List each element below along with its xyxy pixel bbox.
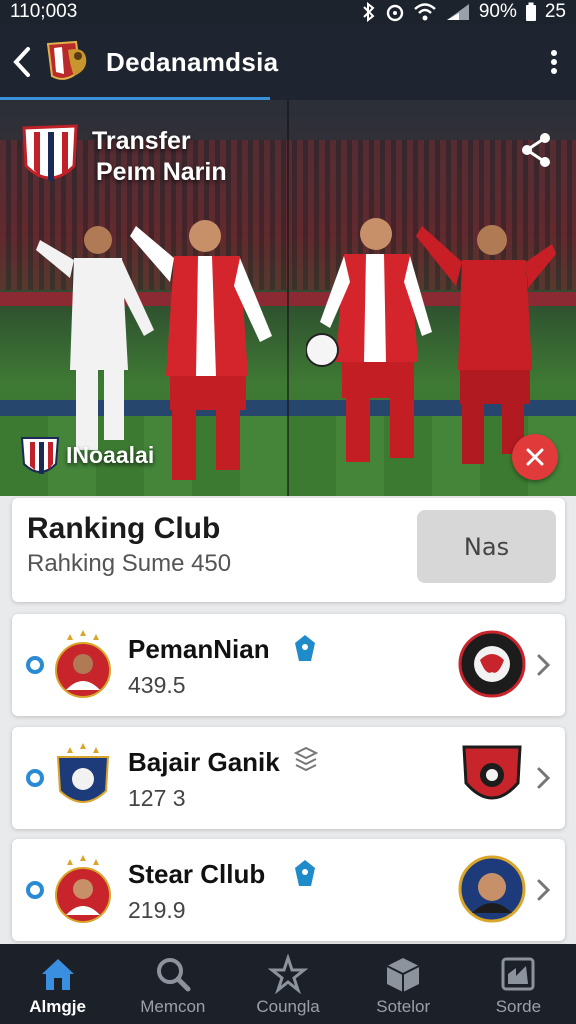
home-icon — [41, 959, 74, 990]
nav-item-box[interactable]: Sotelor — [346, 944, 461, 1024]
player-figure — [416, 225, 556, 464]
status-bar: 110;003 90% 25 — [0, 0, 576, 24]
nas-button[interactable]: Nas — [417, 510, 556, 583]
ranking-header-card: Ranking Club Rahking Sume 450 Nas — [12, 498, 565, 602]
club-row[interactable]: Stear Cllub 219.9 — [12, 839, 565, 941]
card-icon — [501, 957, 535, 991]
share-icon — [522, 133, 550, 167]
hero-banner[interactable]: Transfer Peım Narin INoaalai — [0, 100, 576, 496]
ranking-title: Ranking Club — [27, 512, 221, 545]
stack-icon — [294, 747, 318, 772]
club-logo-icon — [458, 630, 526, 698]
badge-icon — [295, 860, 315, 886]
nav-label: Sorde — [495, 997, 542, 1016]
ranking-subtitle: Rahking Sume 450 — [27, 550, 232, 577]
star-icon — [268, 954, 308, 994]
club-badge-icon — [20, 437, 60, 474]
chevron-right-icon — [537, 654, 551, 676]
nav-item-card[interactable]: Sorde — [461, 944, 576, 1024]
bluetooth-icon — [363, 2, 375, 22]
club-score: 439.5 — [128, 672, 186, 698]
hero-title: Transfer Peım Narin — [92, 126, 227, 188]
status-icons: 90% 25 — [361, 1, 566, 23]
app-bar: Dedanamdsia — [0, 24, 576, 100]
nav-label: Sotelor — [376, 997, 431, 1016]
nav-label: Almgje — [29, 997, 86, 1016]
battery-level: 90% — [478, 1, 517, 22]
club-avatar-icon — [55, 855, 111, 923]
search-icon — [156, 958, 191, 992]
chevron-right-icon — [537, 767, 551, 789]
club-name: Bajair Ganik — [128, 747, 280, 777]
status-time: 110;003 — [10, 1, 78, 22]
hero-title-line2: Peım Narin — [96, 158, 227, 186]
nav-item-search[interactable]: Memcon — [115, 944, 230, 1024]
club-avatar-icon — [55, 630, 111, 698]
battery-icon — [525, 2, 536, 21]
hero-caption: INoaalai — [66, 442, 155, 468]
back-arrow-icon — [13, 47, 30, 77]
chevron-right-icon — [537, 879, 551, 901]
share-button[interactable] — [514, 128, 558, 172]
hero-title-line1: Transfer — [92, 127, 191, 155]
row-radio[interactable] — [26, 881, 44, 899]
close-icon — [526, 448, 544, 466]
app-logo-icon — [46, 40, 87, 80]
overflow-menu-button[interactable] — [532, 24, 576, 100]
club-score: 127 3 — [128, 785, 186, 811]
app-title: Dedanamdsia — [106, 46, 279, 77]
nav-label: Memcon — [140, 997, 206, 1016]
club-crest-icon — [22, 124, 78, 182]
alarm-icon — [386, 4, 404, 22]
club-name: PemanNian — [128, 634, 270, 664]
more-vertical-icon — [551, 50, 557, 74]
row-radio[interactable] — [26, 656, 44, 674]
nav-item-star[interactable]: Coungla — [230, 944, 345, 1024]
box-icon — [386, 958, 420, 992]
club-avatar-icon — [56, 743, 110, 803]
club-logo-icon — [462, 745, 522, 800]
back-button[interactable] — [4, 24, 40, 100]
club-logo-icon — [458, 855, 526, 923]
nav-label: Coungla — [256, 997, 320, 1016]
club-row[interactable]: PemanNian 439.5 — [12, 614, 565, 716]
club-name: Stear Cllub — [128, 859, 266, 889]
close-button[interactable] — [512, 434, 558, 480]
signal-icon — [446, 4, 469, 20]
club-row[interactable]: Bajair Ganik 127 3 — [12, 727, 565, 829]
row-radio[interactable] — [26, 769, 44, 787]
status-extra: 25 — [544, 1, 566, 22]
badge-icon — [295, 635, 315, 661]
hero-divider — [287, 100, 289, 496]
wifi-icon — [414, 3, 436, 21]
nav-item-home[interactable]: Almgje — [0, 944, 115, 1024]
club-score: 219.9 — [128, 897, 186, 923]
bottom-nav: Almgje Memcon Coungla Sotelor Sorde — [0, 944, 576, 1024]
